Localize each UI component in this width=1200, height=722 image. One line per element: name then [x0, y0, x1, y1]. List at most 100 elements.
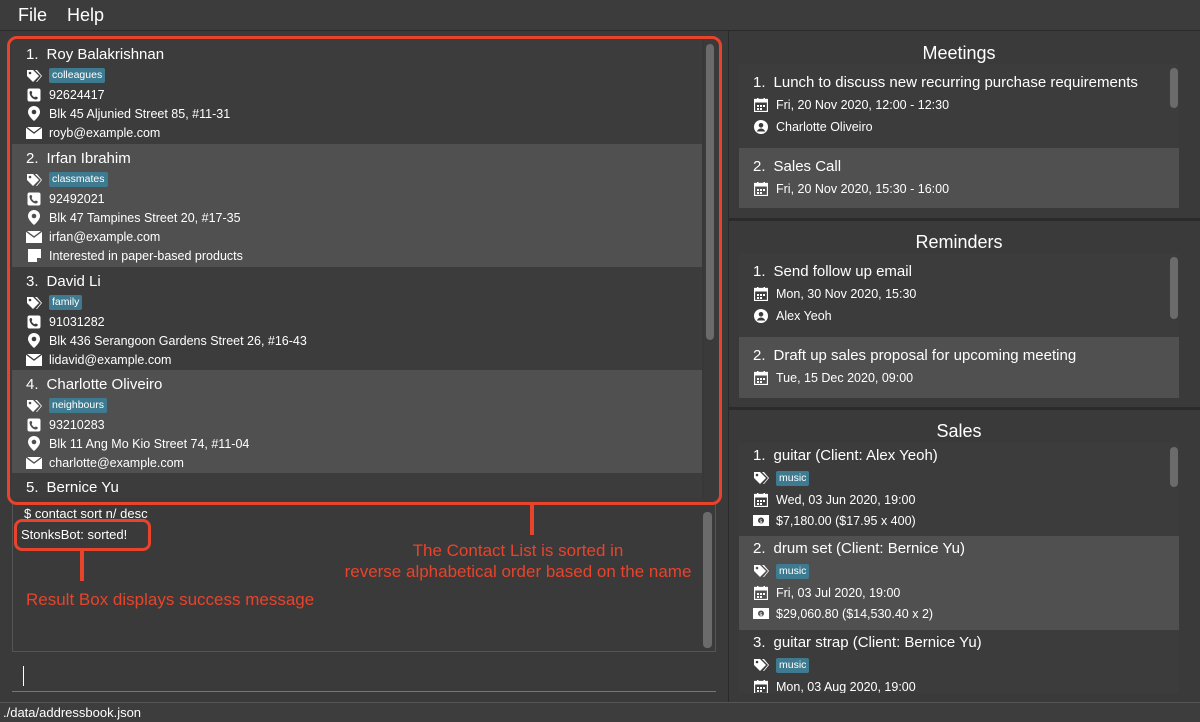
contact-name: Charlotte Oliveiro [46, 376, 163, 393]
sale-title: guitar strap (Client: Bernice Yu) [773, 634, 982, 651]
result-message: StonksBot: sorted! [21, 527, 128, 542]
calendar-icon [753, 679, 769, 693]
contact-list-annotation: The Contact List is sorted in reverse al… [344, 541, 692, 581]
email-icon [26, 352, 42, 368]
sale-card[interactable]: 3. guitar strap (Client: Bernice Yu) musi… [739, 630, 1179, 693]
sales-list[interactable]: 1. guitar (Client: Alex Yeoh) music Wed, … [739, 443, 1179, 693]
calendar-icon [753, 181, 769, 197]
tag-icon [26, 295, 42, 311]
calendar-icon [753, 370, 769, 386]
result-box-annotation: Result Box displays success message [26, 590, 315, 609]
meeting-title: Lunch to discuss new recurring purchase … [773, 74, 1138, 91]
svg-text:$: $ [759, 519, 763, 525]
phone-icon [26, 87, 42, 103]
tag-icon [753, 470, 769, 486]
sale-amount: $29,060.80 ($14,530.40 x 2) [776, 606, 934, 621]
contact-card[interactable]: 4. Charlotte Oliveiro neighbours 93210283… [12, 370, 702, 473]
contact-index: 3. [26, 273, 39, 290]
contact-list[interactable]: 1. Roy Balakrishnan colleagues 92624417 B… [12, 40, 716, 498]
reminder-card[interactable]: 1. Send follow up email Mon, 30 Nov 2020,… [739, 253, 1179, 337]
sale-datetime: Wed, 03 Jun 2020, 19:00 [776, 492, 916, 507]
meetings-scrollbar[interactable] [1170, 68, 1178, 108]
contact-email: charlotte@example.com [49, 455, 184, 470]
annotation-connector [530, 505, 534, 535]
contact-card[interactable]: 5. Bernice Yu [12, 473, 702, 498]
sale-card[interactable]: 2. drum set (Client: Bernice Yu) music Fr… [739, 536, 1179, 630]
meeting-card[interactable]: 1. Lunch to discuss new recurring purchas… [739, 64, 1179, 148]
contact-phone: 92492021 [49, 191, 105, 206]
email-icon [26, 455, 42, 471]
contact-email: irfan@example.com [49, 229, 161, 244]
contact-name: Bernice Yu [46, 479, 119, 496]
contact-address: Blk 47 Tampines Street 20, #17-35 [49, 210, 241, 225]
location-pin-icon [26, 210, 42, 226]
tag-icon [26, 398, 42, 414]
menu-help[interactable]: Help [67, 5, 104, 26]
location-pin-icon [26, 333, 42, 349]
money-icon: $ [753, 606, 769, 622]
sale-tag: music [776, 657, 810, 673]
meeting-card[interactable]: 2. Sales Call Fri, 20 Nov 2020, 15:30 - 1… [739, 148, 1179, 208]
phone-icon [26, 417, 42, 433]
text-caret [23, 666, 24, 686]
reminder-datetime: Tue, 15 Dec 2020, 09:00 [776, 371, 914, 385]
reminders-scrollbar[interactable] [1170, 257, 1178, 319]
status-bar: ./data/addressbook.json [0, 702, 1200, 722]
contact-card[interactable]: 1. Roy Balakrishnan colleagues 92624417 B… [12, 40, 702, 144]
contact-index: 2. [26, 150, 39, 167]
meeting-person: Charlotte Oliveiro [776, 120, 873, 134]
contact-card[interactable]: 2. Irfan Ibrahim classmates 92492021 Blk … [12, 144, 702, 267]
reminder-card[interactable]: 2. Draft up sales proposal for upcoming m… [739, 337, 1179, 398]
contact-email: royb@example.com [49, 125, 161, 140]
money-icon: $ [753, 513, 769, 529]
meeting-datetime: Fri, 20 Nov 2020, 15:30 - 16:00 [776, 182, 950, 196]
contact-card[interactable]: 3. David Li family 91031282 Blk 436 Seran… [12, 267, 702, 370]
sale-card[interactable]: 1. guitar (Client: Alex Yeoh) music Wed, … [739, 443, 1179, 536]
sale-title: drum set (Client: Bernice Yu) [773, 540, 965, 557]
annotation-connector [80, 551, 84, 581]
meetings-title: Meetings [922, 43, 996, 63]
reminder-person: Alex Yeoh [776, 309, 832, 323]
contact-address: Blk 45 Aljunied Street 85, #11-31 [49, 106, 231, 121]
calendar-icon [753, 286, 769, 302]
contact-address: Blk 436 Serangoon Gardens Street 26, #16… [49, 333, 307, 348]
contact-tag: colleagues [49, 68, 106, 83]
tag-icon [26, 172, 42, 188]
contact-index: 1. [26, 46, 39, 63]
sale-amount: $7,180.00 ($17.95 x 400) [776, 513, 916, 528]
person-icon [753, 119, 769, 135]
contact-name: Irfan Ibrahim [46, 150, 131, 167]
contact-tag: classmates [49, 172, 108, 187]
sale-datetime: Fri, 03 Jul 2020, 19:00 [776, 585, 901, 600]
contact-index: 5. [26, 479, 39, 496]
contact-address: Blk 11 Ang Mo Kio Street 74, #11-04 [49, 436, 250, 451]
reminder-title: Send follow up email [773, 263, 912, 280]
contact-email: lidavid@example.com [49, 352, 172, 367]
sales-scrollbar[interactable] [1170, 447, 1178, 487]
sale-tag: music [776, 563, 810, 579]
reminders-panel: Reminders 1. Send follow up email Mon, 30… [728, 221, 1200, 407]
tag-icon [26, 68, 42, 84]
contact-phone: 93210283 [49, 417, 105, 432]
phone-icon [26, 314, 42, 330]
email-icon [26, 125, 42, 141]
tag-icon [753, 563, 769, 579]
contact-name: David Li [46, 273, 101, 290]
calendar-icon [753, 97, 769, 113]
location-pin-icon [26, 436, 42, 452]
contact-remark: Interested in paper-based products [49, 248, 243, 263]
meetings-panel: Meetings 1. Lunch to discuss new recurrin… [728, 31, 1200, 218]
contact-phone: 91031282 [49, 314, 105, 329]
contact-tag: neighbours [49, 398, 107, 413]
menu-file[interactable]: File [18, 5, 47, 26]
contact-phone: 92624417 [49, 87, 105, 102]
location-pin-icon [26, 106, 42, 122]
meetings-list[interactable]: 1. Lunch to discuss new recurring purchas… [739, 64, 1179, 208]
result-command: $ contact sort n/ desc [24, 506, 148, 521]
contact-list-scroll-thumb[interactable] [706, 44, 714, 340]
command-input[interactable] [12, 660, 716, 692]
calendar-icon [753, 492, 769, 508]
reminders-list[interactable]: 1. Send follow up email Mon, 30 Nov 2020,… [739, 253, 1179, 398]
status-file-path: ./data/addressbook.json [3, 705, 142, 720]
note-icon [26, 248, 42, 264]
